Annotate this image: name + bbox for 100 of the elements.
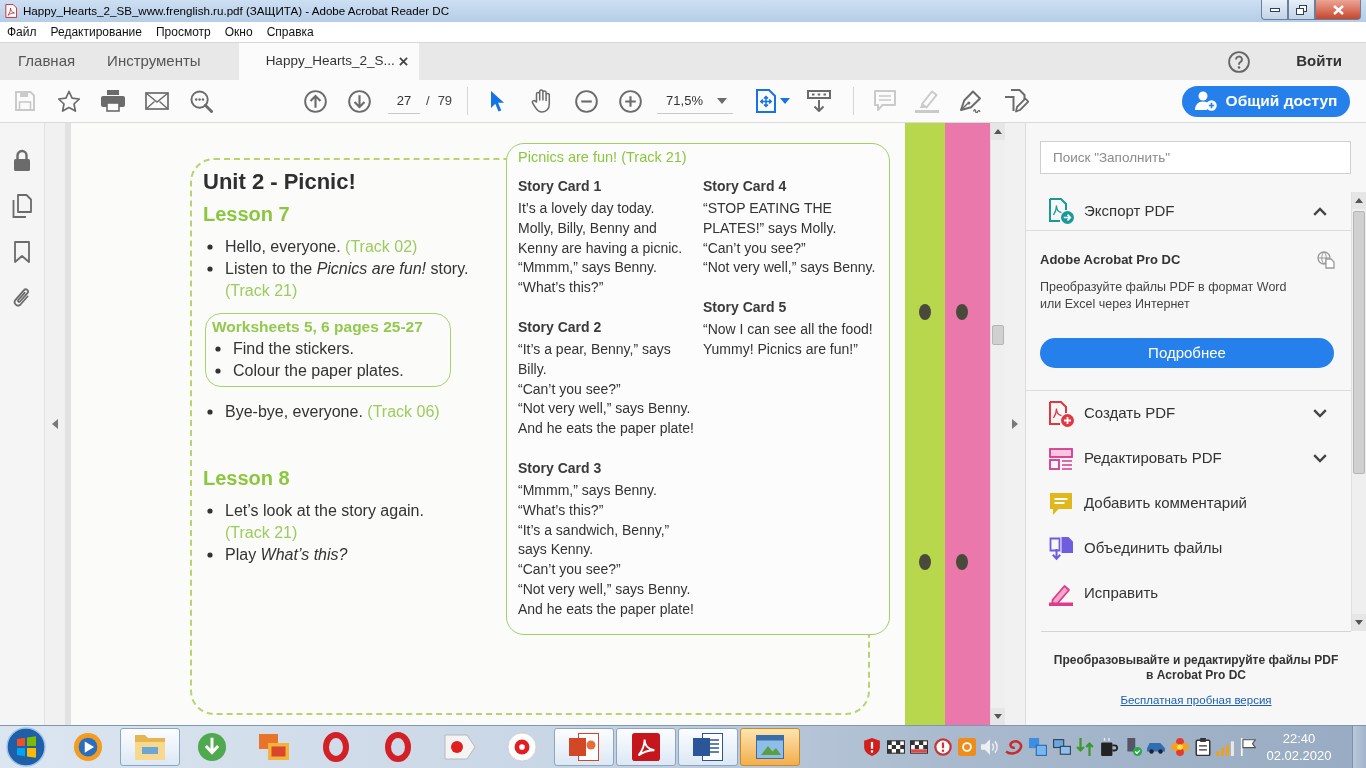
person-plus-icon <box>1194 91 1217 111</box>
globe-document-icon[interactable] <box>1317 251 1335 269</box>
taskbar-app-button[interactable] <box>554 728 614 766</box>
scroll-down-button[interactable] <box>1352 614 1366 631</box>
punch-hole-icon <box>956 304 968 320</box>
tag-icon <box>444 734 476 760</box>
caret-down-icon[interactable] <box>780 98 791 104</box>
caret-down-icon <box>994 714 1002 719</box>
lesson-title: Lesson 7 <box>203 202 291 227</box>
tool-section-header[interactable]: Экспорт PDF <box>1026 192 1351 231</box>
left-pane-toggle[interactable] <box>45 123 65 725</box>
menu-item[interactable]: Файл <box>0 23 44 41</box>
scroll-down-button[interactable] <box>991 708 1005 725</box>
help-icon[interactable] <box>1228 50 1251 73</box>
bullet-icon <box>207 266 213 272</box>
arrow-down-circle-icon[interactable] <box>347 89 371 113</box>
pen-nib-icon[interactable] <box>959 89 984 113</box>
tool-item[interactable]: Исправить <box>1026 571 1351 616</box>
scroll-up-button[interactable] <box>1352 192 1366 209</box>
alert-icon[interactable] <box>934 738 953 756</box>
close-icon <box>1332 4 1344 15</box>
minus-circle-icon[interactable] <box>574 89 598 113</box>
bookmark-icon[interactable] <box>14 241 30 263</box>
cursor-arrow-icon[interactable] <box>491 90 506 112</box>
arrow-up-circle-icon[interactable] <box>303 89 327 113</box>
swirl-icon[interactable] <box>1005 739 1024 755</box>
car-icon[interactable] <box>1147 740 1166 754</box>
star-icon[interactable] <box>57 89 81 113</box>
story-line: “Not very well,” says Benny. <box>518 579 692 599</box>
menu-item[interactable]: Редактирование <box>43 23 149 41</box>
mug-icon[interactable] <box>1099 738 1118 756</box>
printer-icon[interactable] <box>101 90 125 112</box>
caret-down-icon <box>717 97 728 104</box>
paperclip-icon[interactable] <box>13 286 31 310</box>
envelope-icon[interactable] <box>145 92 169 110</box>
monitors-icon[interactable] <box>1052 738 1071 756</box>
plus-circle-icon[interactable] <box>618 89 642 113</box>
story-line: And he eats the paper plate! <box>518 599 695 619</box>
story-line: “Can’t you see?” <box>703 238 807 258</box>
taskbar-app-button[interactable] <box>740 728 800 766</box>
page-arrows-icon[interactable] <box>756 89 777 113</box>
ring-tile-icon[interactable] <box>957 738 976 756</box>
sign-in-button[interactable]: Войти <box>1296 50 1342 73</box>
learn-more-button[interactable]: Подробнее <box>1040 338 1334 368</box>
lock-icon[interactable] <box>13 149 31 171</box>
taskbar-app-button[interactable] <box>616 728 676 766</box>
lesson-step: Hello, everyone. (Track 02) <box>225 236 481 258</box>
minimize-icon <box>1269 7 1280 12</box>
flag-icon[interactable] <box>1240 738 1256 756</box>
tool-item[interactable]: Добавить комментарий <box>1026 481 1351 526</box>
page-number-field[interactable]: 27 <box>388 88 420 114</box>
search-icon[interactable] <box>189 89 213 113</box>
share-button[interactable]: Общий доступ <box>1182 85 1350 117</box>
menu-item[interactable]: Просмотр <box>148 23 218 41</box>
minimize-button[interactable] <box>1261 0 1288 20</box>
squares-icon[interactable] <box>1028 738 1047 756</box>
tool-section-header[interactable]: Создать PDF <box>1026 391 1351 436</box>
orb-icon <box>6 727 46 767</box>
scroll-up-button[interactable] <box>991 123 1005 140</box>
checkered-icon[interactable] <box>910 740 929 754</box>
right-pane-toggle[interactable] <box>1005 123 1025 725</box>
shield-icon[interactable] <box>863 738 881 756</box>
story-card-title: Story Card 3 <box>518 458 603 478</box>
document-pencil-icon[interactable] <box>1003 89 1029 113</box>
taskbar-app-button[interactable] <box>678 728 738 766</box>
bar-down-arrow-icon[interactable] <box>807 90 832 112</box>
folder-icon <box>134 733 166 761</box>
download-icon <box>197 732 227 762</box>
scrollbar-thumb[interactable] <box>1353 211 1365 474</box>
layout-icon <box>1049 447 1073 470</box>
tab[interactable]: Инструменты <box>91 43 217 80</box>
free-trial-link[interactable]: Бесплатная пробная версия <box>1120 693 1272 708</box>
document-arrow-icon <box>1048 198 1074 224</box>
pages-icon[interactable] <box>12 194 32 218</box>
close-icon[interactable] <box>398 57 408 66</box>
menu-item[interactable]: Справка <box>259 23 321 41</box>
story-line: “Not very well,” says Benny. <box>518 399 692 419</box>
caret-down-icon <box>1355 620 1363 625</box>
tab[interactable]: Happy_Hearts_2_S... <box>238 43 419 80</box>
story-line: “Now I can see all the food! <box>703 320 874 340</box>
menu-item[interactable]: Окно <box>217 23 260 41</box>
worksheet-heading: Worksheets 5, 6 pages 25-27 <box>212 317 424 337</box>
checkered-icon[interactable] <box>886 740 905 754</box>
bullet-icon <box>207 244 213 250</box>
documents-arrow-icon <box>1049 536 1073 561</box>
zoom-dropdown[interactable]: 71,5% <box>657 88 734 114</box>
lesson-step: Let’s look at the story again. (Track 21) <box>225 500 481 544</box>
clipboard-icon[interactable] <box>1194 738 1211 756</box>
tool-item[interactable]: Объединить файлы <box>1026 526 1351 571</box>
story-title: Picnics are fun! (Track 21) <box>518 148 688 167</box>
restore-button[interactable] <box>1288 0 1315 20</box>
flower-icon[interactable] <box>1170 738 1189 756</box>
tool-section-header[interactable]: Редактировать PDF <box>1026 436 1351 481</box>
tab[interactable]: Главная <box>0 43 92 80</box>
story-line: “What’s this?” <box>518 500 605 520</box>
scrollbar-thumb[interactable] <box>992 325 1004 345</box>
close-button[interactable] <box>1315 0 1361 20</box>
search-field[interactable]: Поиск "Заполнить" <box>1040 141 1351 174</box>
story-line: says Kenny. <box>518 540 595 560</box>
upsell-text: Преобразовывайте и редактируйте файлы PDF в Acrobat Pro DC <box>1052 653 1340 683</box>
